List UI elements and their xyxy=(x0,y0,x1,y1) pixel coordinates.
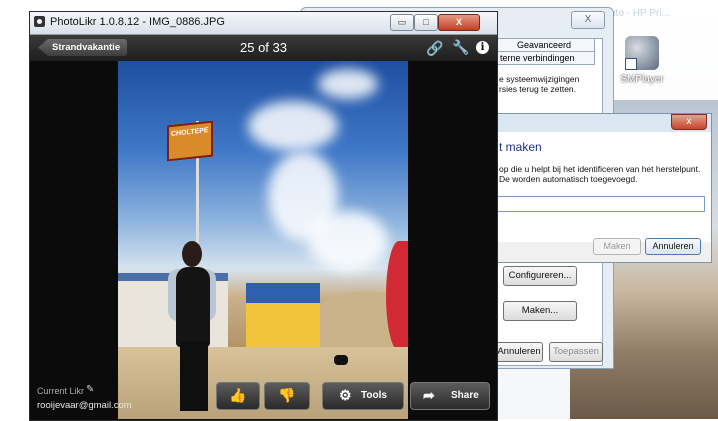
share-icon: ➦ xyxy=(423,387,435,403)
dialog-close-button[interactable]: x xyxy=(671,114,707,130)
smplayer-icon xyxy=(625,36,659,70)
dialog-title: t maken xyxy=(499,140,542,154)
info-icon[interactable]: i xyxy=(476,41,489,54)
close-button[interactable]: X xyxy=(438,14,480,31)
photo-cloud xyxy=(318,69,378,99)
desktop-icon-smplayer[interactable]: SMPlayer xyxy=(612,36,672,85)
pencil-icon[interactable]: ✎ xyxy=(86,384,94,395)
title-bar[interactable]: PhotoLikr 1.0.8.12 - IMG_0886.JPG ▭ □ X xyxy=(30,12,497,35)
gear-icon: ⚙ xyxy=(339,387,352,403)
tab-advanced[interactable]: Geavanceerd xyxy=(493,38,595,52)
thumbs-up-icon: 👍 xyxy=(229,387,247,403)
system-description-text: e systeemwijzigingen rsies terug te zett… xyxy=(499,74,580,94)
minimize-button[interactable]: ▭ xyxy=(390,14,414,31)
viewer-content: Strandvakantie 25 of 33 🔗 🔧 i CHOLTEPE C… xyxy=(30,35,497,420)
cancel-button[interactable]: Annuleren xyxy=(495,342,543,362)
app-icon xyxy=(34,16,45,27)
person-head xyxy=(182,241,202,267)
photo-cloud xyxy=(248,101,338,151)
photo-dog xyxy=(334,355,348,365)
restore-point-dialog: x t maken op die u helpt bij het identif… xyxy=(494,113,712,263)
tools-label: Tools xyxy=(361,390,387,401)
dialog-description: op die u helpt bij het identificeren van… xyxy=(499,164,701,184)
wrench-icon[interactable]: 🔧 xyxy=(452,39,469,55)
desktop-top-text: uto - HP Pri... xyxy=(610,8,670,19)
dialog-cancel-button[interactable]: Annuleren xyxy=(645,238,701,255)
like-button[interactable]: 👍 xyxy=(216,382,260,410)
share-label: Share xyxy=(451,390,479,401)
configure-button[interactable]: Configureren... xyxy=(503,266,577,286)
viewer-header: Strandvakantie 25 of 33 🔗 🔧 i xyxy=(30,35,497,61)
thumbs-down-icon: 👎 xyxy=(278,387,296,403)
person-body xyxy=(176,267,210,347)
tab-remote-connections[interactable]: terne verbindingen xyxy=(493,51,595,65)
system-window-close-button[interactable]: X xyxy=(571,11,605,29)
dislike-button[interactable]: 👎 xyxy=(264,382,310,410)
dialog-body: t maken op die u helpt bij het identific… xyxy=(495,132,711,242)
current-likr-label: Current Likr xyxy=(37,386,85,396)
maximize-button[interactable]: □ xyxy=(414,14,438,31)
red-banner xyxy=(386,241,408,351)
create-button[interactable]: Maken... xyxy=(503,301,577,321)
photo-view[interactable]: CHOLTEPE xyxy=(118,61,408,419)
photo-flag: CHOLTEPE xyxy=(167,120,213,162)
apply-button[interactable]: Toepassen xyxy=(549,342,603,362)
person-legs xyxy=(180,341,208,411)
photolikr-window: PhotoLikr 1.0.8.12 - IMG_0886.JPG ▭ □ X … xyxy=(29,11,498,421)
dialog-create-button[interactable]: Maken xyxy=(593,238,641,255)
restore-point-name-input[interactable] xyxy=(497,196,705,212)
share-button[interactable]: ➦ Share xyxy=(410,382,490,410)
photo-cloud xyxy=(308,211,388,271)
flag-text: CHOLTEPE xyxy=(171,127,209,138)
tools-button[interactable]: ⚙ Tools xyxy=(322,382,404,410)
system-tabs: Geavanceerd terne verbindingen xyxy=(493,38,601,65)
link-icon[interactable]: 🔗 xyxy=(426,40,443,56)
user-email: rooijevaar@gmail.com xyxy=(37,400,132,411)
desktop-icon-label: SMPlayer xyxy=(620,74,664,85)
window-title: PhotoLikr 1.0.8.12 - IMG_0886.JPG xyxy=(50,16,225,28)
